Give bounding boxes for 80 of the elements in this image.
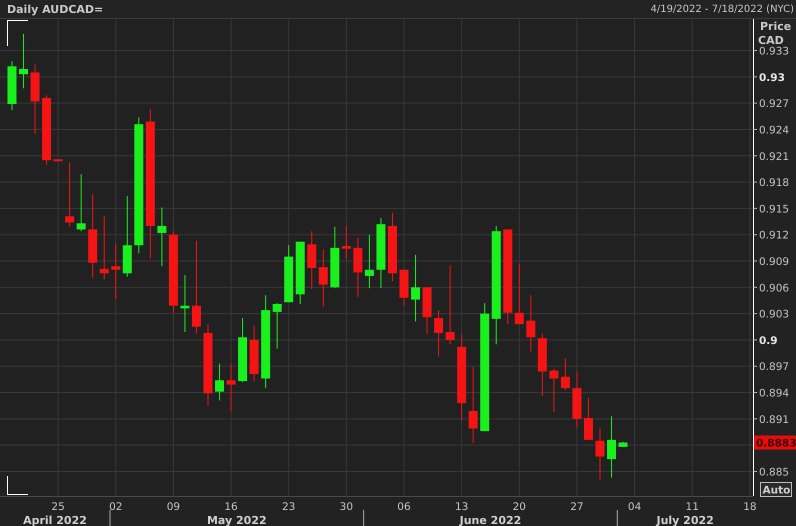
candlestick (422, 286, 432, 334)
candlestick (215, 363, 224, 401)
axis-label: 02 (109, 501, 122, 513)
month-label: April 2022 (23, 514, 87, 526)
chart-title: Daily AUDCAD= (7, 2, 104, 16)
axis-unit: CAD (758, 34, 784, 47)
candlestick (238, 318, 248, 382)
candlestick (307, 230, 316, 290)
candlestick (157, 207, 166, 267)
axis-label: 0.891 (759, 414, 790, 426)
candlestick (180, 274, 190, 333)
axis-label: 23 (282, 501, 296, 513)
candlestick (284, 244, 294, 303)
candlestick (596, 428, 604, 480)
candlestick (526, 294, 536, 352)
axis-label: 0.927 (759, 98, 790, 110)
axis-label: 0.93 (759, 72, 785, 84)
axis-label: 0.903 (759, 308, 790, 321)
candlestick (342, 225, 351, 260)
axis-label: 11 (686, 501, 699, 513)
candlestick (42, 94, 52, 166)
candlestick (607, 416, 616, 478)
month-label: July 2022 (656, 514, 714, 526)
month-label: May 2022 (207, 514, 267, 526)
axis-label: 0.924 (759, 124, 790, 136)
axis-label: 09 (166, 501, 180, 513)
axis-label: 0.915 (759, 203, 790, 216)
candlestick (560, 358, 570, 390)
axis-label: 0.897 (759, 361, 790, 374)
corner-mark (7, 20, 28, 46)
axis-label: 25 (51, 501, 65, 513)
candlestick (584, 397, 593, 440)
candlestick (65, 162, 74, 228)
axis-label: 13 (454, 501, 468, 513)
candlestick (364, 234, 374, 289)
axis-label: 0.885 (759, 466, 790, 478)
candlestick (111, 242, 120, 300)
candlestick (100, 216, 109, 280)
axis-label: 20 (512, 501, 526, 513)
candlestick (318, 249, 328, 308)
candlestick (330, 226, 340, 289)
price-tag: 0.8883 (754, 436, 796, 450)
axis-label: 0.894 (759, 388, 790, 400)
axis-label: 27 (570, 501, 584, 513)
axis-label: 0.906 (759, 282, 790, 294)
candlestick (272, 302, 282, 350)
corner-mark (7, 476, 28, 495)
candlestick (376, 218, 386, 289)
candlestick (54, 158, 63, 162)
axis-label: 16 (224, 501, 238, 513)
candlestick (76, 174, 86, 232)
candlestick (19, 33, 28, 89)
axis-label: 0.921 (759, 150, 790, 163)
candlestick (618, 441, 628, 448)
candlestick (549, 368, 558, 412)
auto-button[interactable]: Auto (760, 482, 792, 497)
candlestick (30, 64, 40, 134)
candlestick (434, 310, 444, 358)
candlestick (411, 254, 420, 322)
axis-title: Price (760, 20, 792, 33)
axis-label: 04 (628, 501, 642, 513)
axis-label: 06 (397, 501, 411, 513)
candlestick (400, 269, 408, 306)
month-label: June 2022 (460, 514, 522, 526)
axis-label: 0.933 (759, 46, 790, 58)
candlestick (353, 238, 362, 298)
candlestick (514, 263, 524, 325)
axis-label: 0.912 (759, 230, 790, 242)
candlestick (388, 212, 397, 282)
axis-label: 0.9 (759, 334, 778, 347)
candlestick (538, 333, 547, 397)
candlestick (572, 371, 582, 429)
candlestick (250, 325, 259, 382)
candlestick (296, 241, 305, 304)
axis-label: 0.918 (759, 177, 790, 190)
date-range: 4/19/2022 - 7/18/2022 (NYC) (650, 4, 794, 14)
candlestick (226, 363, 236, 412)
axis-label: 18 (743, 501, 757, 513)
axis-label: 0.909 (759, 256, 790, 268)
axis-label: 30 (340, 501, 354, 513)
